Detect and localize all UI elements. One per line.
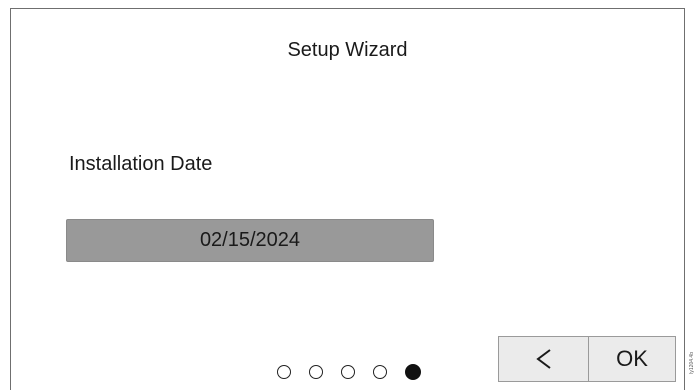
step-dot-5-active (405, 364, 421, 380)
step-indicator (277, 364, 439, 380)
step-dot-4 (373, 365, 387, 379)
page-title: Setup Wizard (287, 39, 408, 61)
step-dot-1 (277, 365, 291, 379)
back-button[interactable] (498, 336, 588, 382)
step-dot-3 (341, 365, 355, 379)
wizard-screen: Setup Wizard Installation Date 02/15/202… (10, 8, 685, 390)
chevron-left-icon (535, 349, 551, 369)
side-tag: ly1204.4b (689, 352, 695, 374)
ok-button[interactable]: OK (588, 336, 676, 382)
installation-date-field[interactable]: 02/15/2024 (66, 219, 434, 262)
installation-date-label: Installation Date (69, 153, 213, 175)
step-dot-2 (309, 365, 323, 379)
